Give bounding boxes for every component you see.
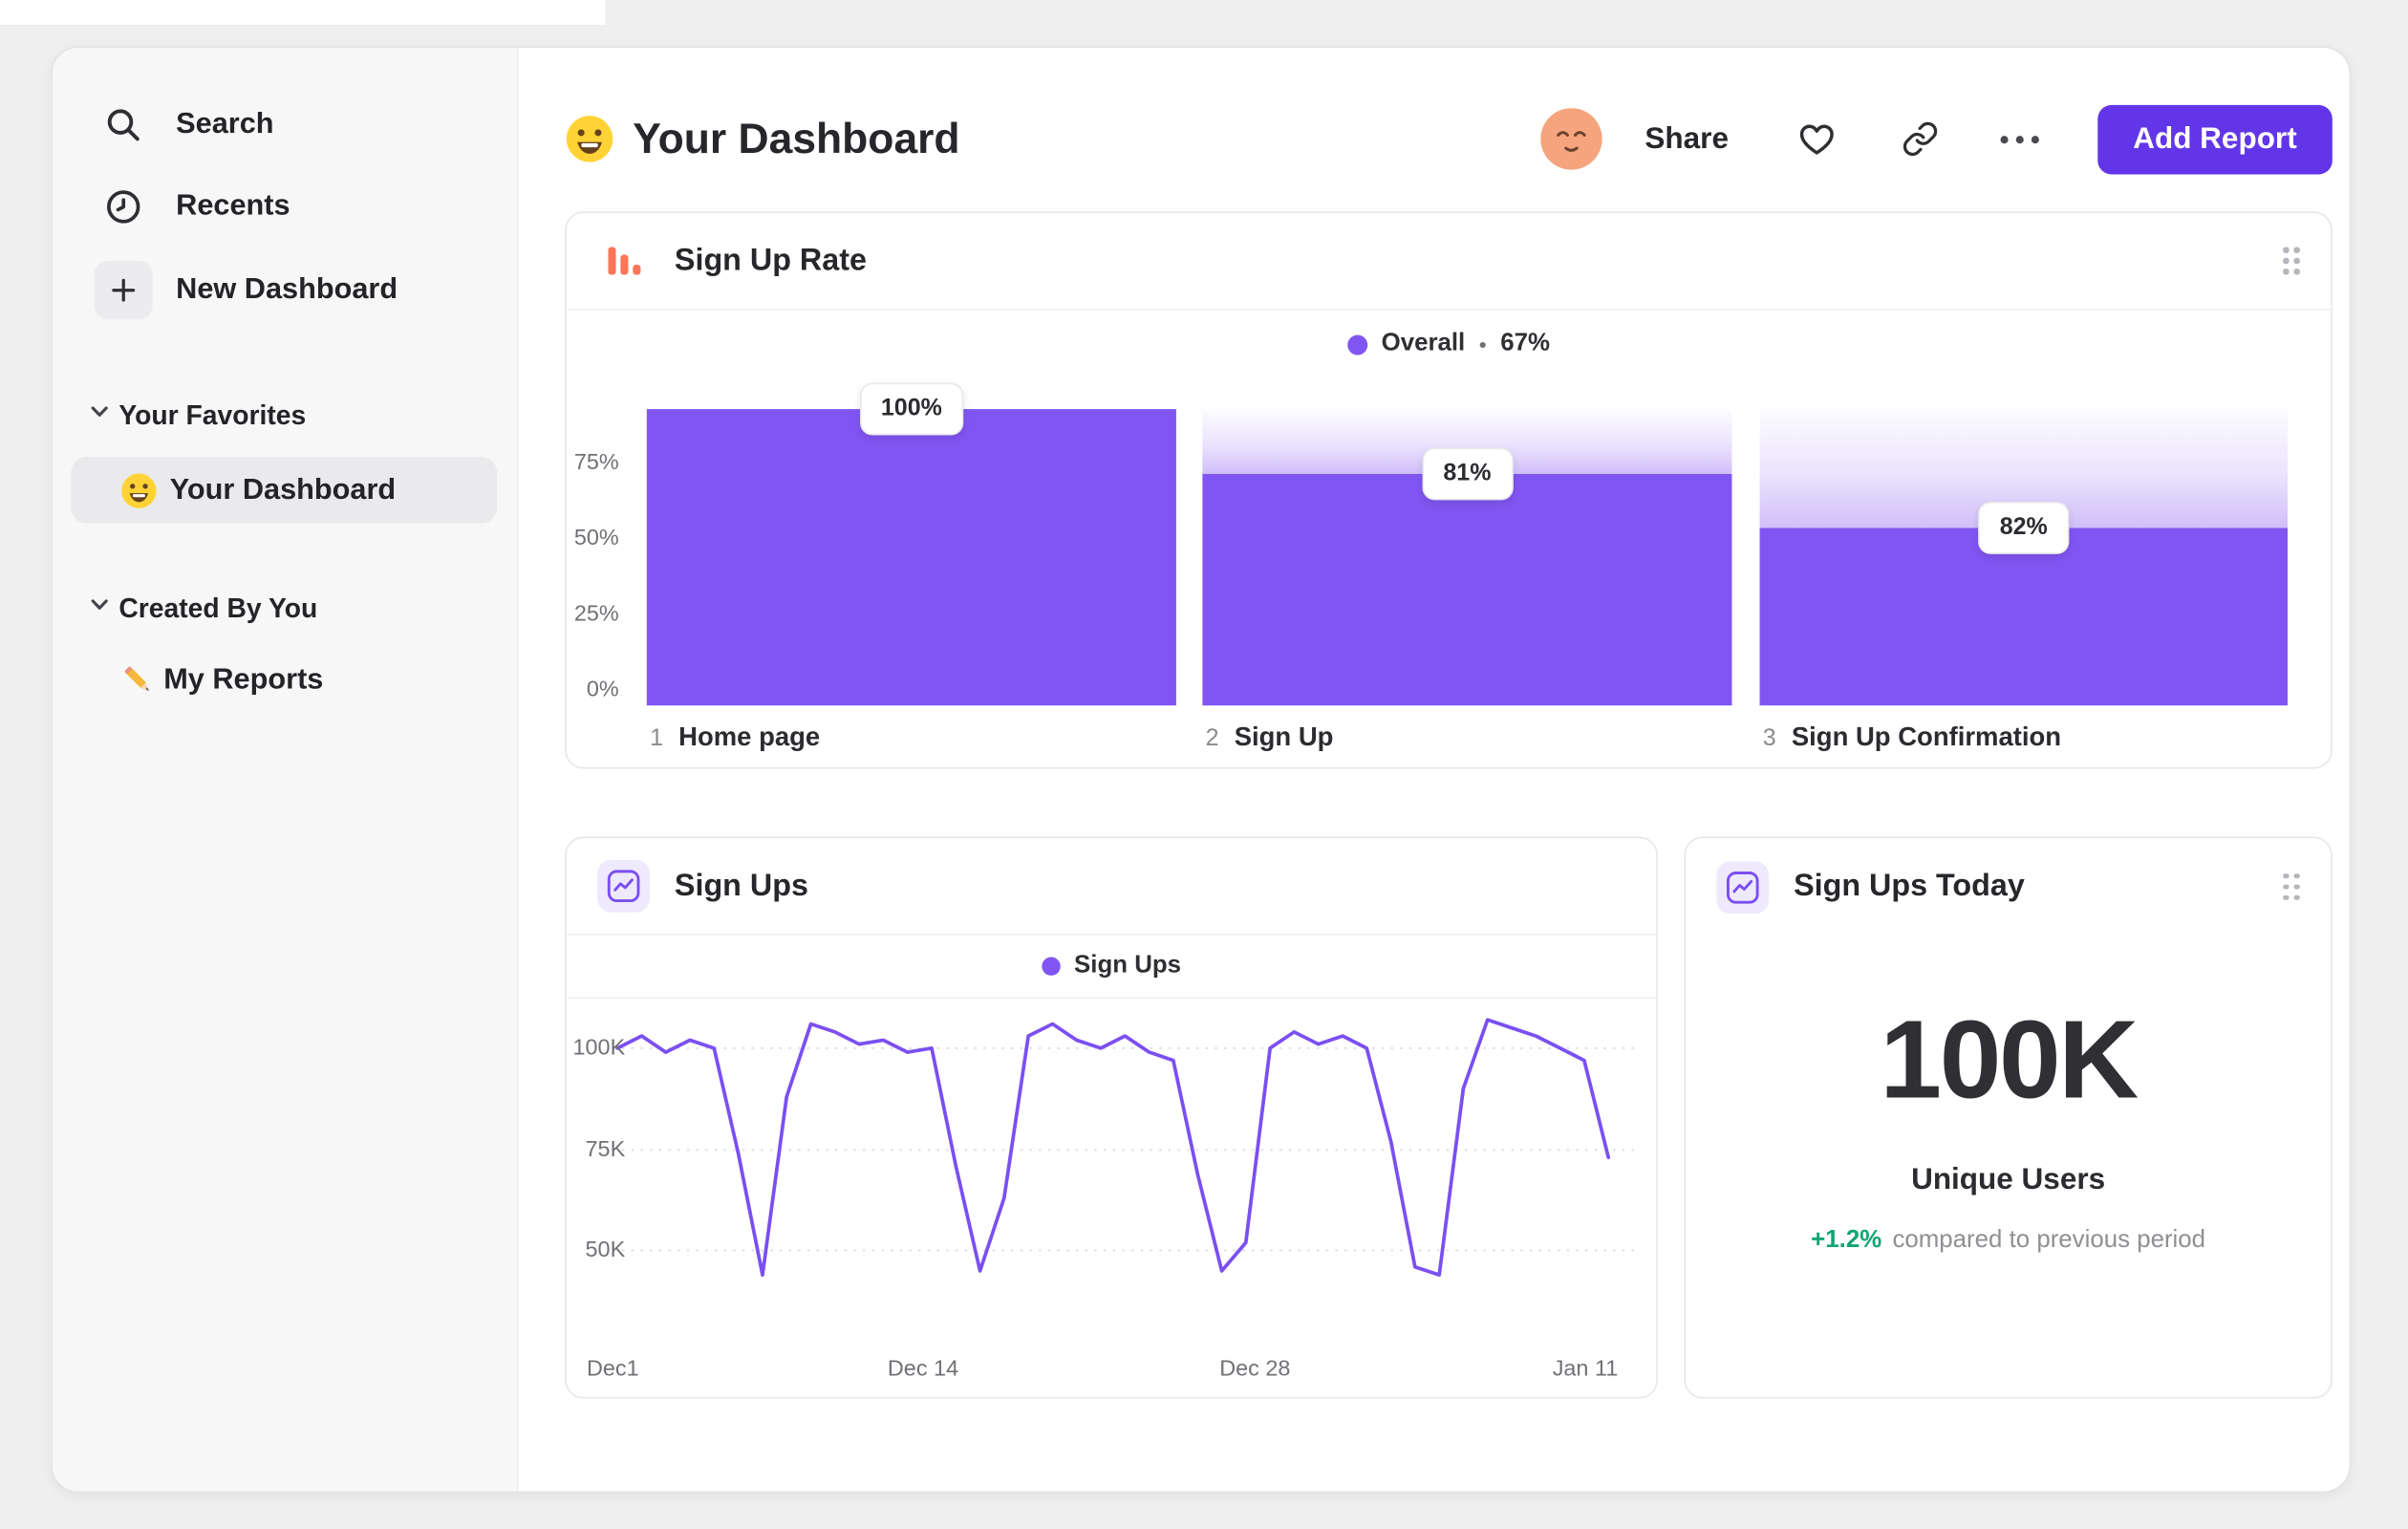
- funnel-bar-fill: [1759, 528, 2288, 706]
- card-header: Sign Up Rate: [566, 213, 2332, 311]
- step-label: Sign Up: [1234, 721, 1334, 752]
- step-label: Home page: [678, 721, 821, 752]
- search-icon: [95, 96, 153, 154]
- sidebar-item-label: New Dashboard: [176, 272, 398, 306]
- sign-ups-card: Sign Ups Sign Ups 100K 75K 50K Dec1 Dec …: [565, 836, 1658, 1399]
- x-axis-tick: Dec 14: [887, 1356, 959, 1382]
- page-title: Your Dashboard: [633, 114, 960, 162]
- sidebar: Search Recents New Dashboard Your Favori…: [52, 48, 519, 1492]
- sidebar-item-label: Your Dashboard: [169, 473, 397, 506]
- pencil-emoji-icon: [120, 662, 158, 700]
- sidebar-item-new-dashboard[interactable]: New Dashboard: [94, 259, 398, 321]
- funnel-plot-area: 100% 81% 82%: [646, 382, 2288, 706]
- sign-ups-today-card: Sign Ups Today 100K Unique Users +1.2% c…: [1684, 836, 2333, 1399]
- plus-icon: [94, 260, 153, 320]
- drag-handle-icon[interactable]: [2283, 247, 2300, 274]
- line-plot-area: [613, 1018, 1635, 1278]
- legend-label: Overall: [1381, 330, 1466, 357]
- kpi-value: 100K: [1880, 999, 2139, 1123]
- sidebar-item-label: Search: [176, 108, 274, 140]
- funnel-step-caption: 2 Sign Up: [1206, 722, 1334, 753]
- dashboard-header: Your Dashboard Share Add Report: [565, 88, 2333, 190]
- avatar[interactable]: [1539, 108, 1602, 170]
- funnel-value-chip: 100%: [859, 382, 964, 436]
- card-title: Sign Up Rate: [674, 243, 867, 277]
- card-title: Sign Ups Today: [1794, 869, 2025, 903]
- legend-separator: •: [1478, 332, 1487, 357]
- step-label: Sign Up Confirmation: [1791, 721, 2062, 752]
- step-number: 1: [650, 725, 664, 752]
- funnel-bar-fill: [1202, 474, 1732, 706]
- x-axis-tick: Dec1: [586, 1356, 639, 1382]
- kpi-delta: +1.2%: [1811, 1227, 1882, 1254]
- y-axis-tick: 75%: [573, 450, 619, 476]
- more-options-icon[interactable]: [2000, 135, 2039, 143]
- funnel-bar-home-page[interactable]: 100%: [646, 382, 1176, 706]
- favorites-section-header[interactable]: Your Favorites: [90, 394, 307, 437]
- step-number: 2: [1205, 725, 1219, 752]
- kpi-label: Unique Users: [1911, 1162, 2106, 1196]
- section-header-label: Your Favorites: [118, 398, 307, 430]
- y-axis-tick: 100K: [572, 1035, 626, 1061]
- funnel-bar-fill: [646, 409, 1176, 706]
- sidebar-item-my-reports[interactable]: My Reports: [95, 650, 324, 712]
- sidebar-item-your-dashboard[interactable]: Your Dashboard: [71, 457, 498, 524]
- y-axis-tick: 50%: [573, 526, 619, 551]
- x-axis-tick: Dec 28: [1219, 1356, 1291, 1382]
- funnel-value-chip: 82%: [1978, 501, 2070, 554]
- line-chart-icon: [1716, 860, 1770, 914]
- header-actions: Share Add Report: [1539, 104, 2333, 174]
- chevron-down-icon: [90, 594, 110, 622]
- smiley-emoji-icon: [120, 471, 158, 508]
- y-axis-tick: 0%: [586, 678, 619, 702]
- sidebar-item-recents[interactable]: Recents: [95, 176, 290, 238]
- funnel-bar-sign-up[interactable]: 81%: [1202, 409, 1732, 706]
- sidebar-item-label: My Reports: [163, 663, 324, 697]
- funnel-step-caption: 1 Home page: [650, 722, 820, 753]
- y-axis-tick: 75K: [585, 1137, 626, 1163]
- add-report-button[interactable]: Add Report: [2097, 104, 2333, 174]
- dashboard-surface: Search Recents New Dashboard Your Favori…: [51, 46, 2352, 1494]
- funnel-bar-sign-up-confirmation[interactable]: 82%: [1759, 409, 2288, 706]
- kpi-delta-caption: compared to previous period: [1892, 1227, 2206, 1254]
- favorite-heart-icon[interactable]: [1796, 118, 1837, 159]
- kpi-delta-row: +1.2% compared to previous period: [1686, 1227, 2331, 1255]
- app-window: Search Recents New Dashboard Your Favori…: [0, 0, 2408, 1529]
- created-by-you-section-header[interactable]: Created By You: [90, 587, 318, 630]
- drag-handle-icon[interactable]: [2283, 872, 2300, 900]
- funnel-step-caption: 3 Sign Up Confirmation: [1763, 722, 2061, 753]
- section-header-label: Created By You: [118, 592, 318, 623]
- window-chrome-fragment: [0, 0, 606, 25]
- sign-ups-line-series: [615, 1018, 1611, 1278]
- clock-icon: [95, 178, 153, 236]
- y-axis-tick: 25%: [573, 601, 619, 627]
- x-axis-tick: Jan 11: [1552, 1356, 1619, 1382]
- share-button[interactable]: Share: [1645, 121, 1729, 157]
- legend-value: 67%: [1500, 330, 1550, 357]
- copy-link-icon[interactable]: [1902, 120, 1939, 158]
- funnel-legend: Overall • 67%: [567, 331, 2331, 358]
- legend-dot: [1347, 334, 1368, 355]
- chevron-down-icon: [90, 401, 110, 429]
- card-header: Sign Ups Today: [1686, 838, 2331, 936]
- funnel-value-chip: 81%: [1421, 447, 1514, 501]
- funnel-chart-icon: [597, 235, 650, 288]
- sign-up-rate-card: Sign Up Rate Overall • 67% 75% 50% 25% 0…: [565, 211, 2333, 769]
- y-axis-tick: 50K: [585, 1238, 626, 1263]
- sidebar-item-label: Recents: [176, 189, 290, 223]
- sidebar-item-search[interactable]: Search: [95, 95, 274, 157]
- smiley-emoji-icon: [565, 115, 614, 164]
- step-number: 3: [1762, 725, 1776, 752]
- title-group: Your Dashboard: [565, 114, 960, 164]
